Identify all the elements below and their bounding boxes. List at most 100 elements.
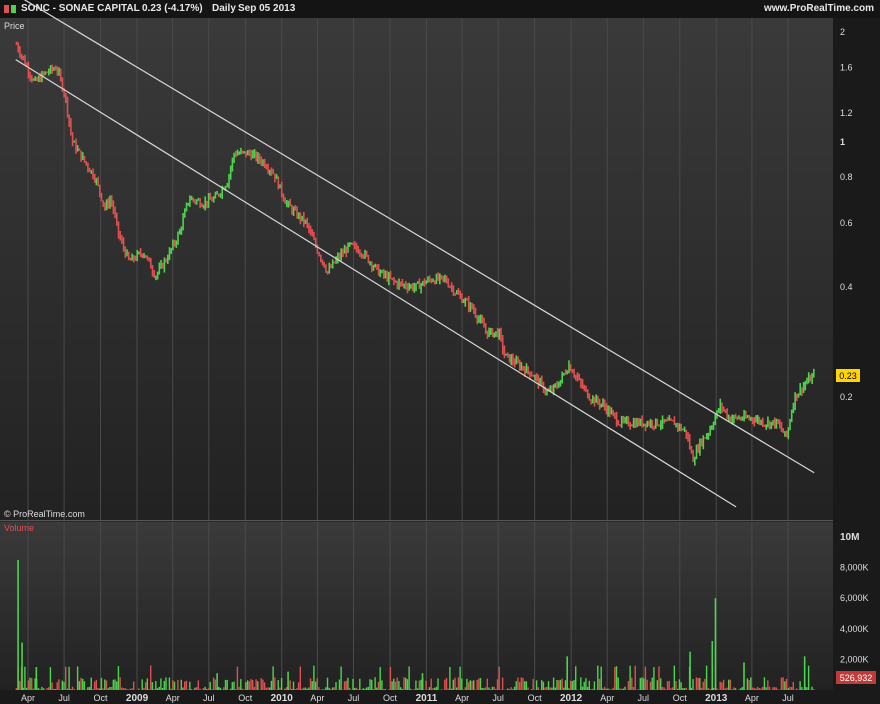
price-bar [733,414,735,424]
price-bar [206,200,208,209]
volume-bar [384,688,387,690]
price-bar [393,276,395,286]
price-bar [634,417,637,429]
volume-bar [481,687,483,690]
volume-bar [467,682,470,690]
price-bar [161,262,164,269]
price-bar [384,270,387,279]
volume-bar [464,687,466,690]
price-bar [432,278,434,283]
price-bar [537,374,540,389]
volume-bar [420,679,422,690]
volume-bar [671,687,674,690]
price-bar [365,250,368,257]
price-bar [765,424,768,430]
price-bar [398,278,400,290]
volume-bar [496,679,499,690]
volume-bar [592,688,594,690]
volume-bar [612,687,614,690]
x-tick-label: Oct [528,693,543,703]
volume-bar [476,679,478,690]
volume-bar [682,688,684,690]
price-bar [675,422,677,428]
price-bar [464,297,467,307]
x-tick-label: 2012 [560,693,583,704]
price-bar [150,257,152,269]
volume-bar [73,688,75,690]
volume-bar [636,689,638,690]
price-bar [517,356,519,364]
price-bar [790,409,793,423]
volume-bar [724,688,727,690]
price-bar [745,410,747,419]
volume-bar [751,687,754,690]
volume-bar [61,680,64,690]
price-bar [364,249,366,260]
volume-bar [182,687,184,690]
volume-bar [394,681,397,690]
price-bar [138,251,140,255]
volume-bar [155,681,157,690]
volume-bar [382,689,385,690]
price-bar [578,373,581,381]
last-volume-badge: 526,932 [836,671,876,684]
volume-bar [280,677,283,690]
volume-bar [209,681,211,690]
volume-bar [316,678,319,690]
price-bar [250,149,252,161]
volume-bar [590,689,592,690]
volume-bar [235,689,237,690]
price-bar [692,449,694,462]
volume-bar [716,688,718,690]
volume-bar [772,687,774,690]
x-tick-label: Oct [383,693,398,703]
price-bar [501,334,504,355]
price-bar [199,197,201,209]
price-bar [46,71,48,74]
volume-bar [189,681,191,690]
volume-bar [267,687,269,690]
volume-bar [270,680,273,690]
price-volume-chart[interactable]: 2 1.6 1.2 1 0.8 0.6 0.4 0.2 10M 8,000K 6,000K 4,000… [0,0,880,704]
price-bar [739,416,742,421]
y-tick-label: 2 [840,27,845,37]
volume-bar [813,689,815,690]
volume-bar [51,682,53,690]
price-bar [71,132,74,147]
volume-bar [19,680,21,690]
price-bar [561,371,564,384]
price-bar [620,415,623,428]
y-tick-label: 0.2 [840,392,853,402]
volume-bar [559,679,562,690]
price-bar [422,280,424,286]
volume-bar [180,679,183,690]
price-bar [88,167,91,172]
price-bar [622,415,625,424]
volume-bar [141,679,143,690]
price-bar [653,425,655,431]
volume-bar [789,686,791,690]
price-bar [797,393,800,398]
price-bar [792,402,795,414]
price-bar [704,437,706,439]
price-bar [789,418,791,431]
volume-bar [292,681,295,690]
price-bar [490,327,492,335]
price-bar [269,169,271,176]
volume-bar [127,689,130,690]
volume-bar [695,677,698,690]
price-bar [481,314,484,324]
price-bar [102,200,105,207]
price-bar [473,304,475,315]
volume-bar [144,682,147,690]
volume-bar [697,678,699,690]
volume-bar [70,689,72,690]
volume-bar [469,680,472,690]
price-bar [144,254,147,258]
price-bar [109,195,111,209]
price-bar [428,275,431,283]
volume-bar [558,680,560,690]
price-bar [683,426,686,432]
volume-bar [160,678,162,690]
price-bar [726,408,728,420]
